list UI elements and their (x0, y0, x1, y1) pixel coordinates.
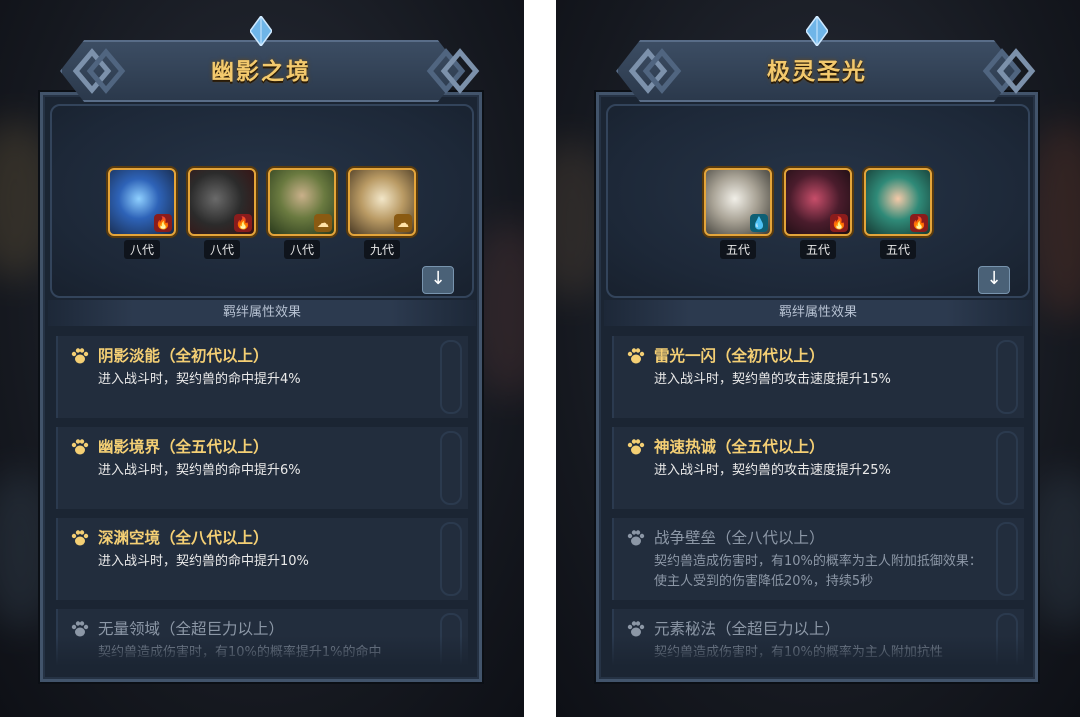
fire-element-icon: 🔥 (154, 214, 172, 232)
member-row: 💧 五代 🔥 五代 🔥 五代 (608, 168, 1028, 259)
side-ornament (996, 522, 1018, 596)
member-portrait-area: 🔥 八代 🔥 八代 ☁ 八代 ☁ 九代 ↓ (50, 104, 474, 298)
generation-label: 八代 (283, 240, 320, 259)
effect-name: 深渊空境（全八代以上） (98, 529, 269, 547)
paw-icon (71, 621, 89, 637)
bond-effect-item: 阴影淡能（全初代以上） 进入战斗时，契约兽的命中提升4% (56, 336, 468, 418)
expand-down-button[interactable]: ↓ (978, 266, 1010, 294)
effect-name: 幽影境界（全五代以上） (98, 438, 269, 456)
effect-description: 进入战斗时，契约兽的攻击速度提升25% (654, 463, 891, 478)
effect-description: 进入战斗时，契约兽的命中提升4% (98, 372, 301, 387)
side-ornament (996, 431, 1018, 505)
member-portrait-area: 💧 五代 🔥 五代 🔥 五代 ↓ (606, 104, 1030, 298)
fire-element-icon: 🔥 (234, 214, 252, 232)
member-card[interactable]: 🔥 八代 (108, 168, 176, 259)
member-card[interactable]: 🔥 五代 (784, 168, 852, 259)
member-card[interactable]: 🔥 八代 (188, 168, 256, 259)
white-dragon-avatar[interactable]: 💧 (704, 168, 772, 236)
bond-effect-item: 雷光一闪（全初代以上） 进入战斗时，契约兽的攻击速度提升15% (612, 336, 1024, 418)
paw-icon (71, 439, 89, 455)
blue-flame-skull-avatar[interactable]: 🔥 (108, 168, 176, 236)
generation-label: 五代 (879, 240, 916, 259)
bond-effect-item: 神速热诚（全五代以上） 进入战斗时，契约兽的攻击速度提升25% (612, 427, 1024, 509)
member-card[interactable]: 💧 五代 (704, 168, 772, 259)
member-card[interactable]: ☁ 九代 (348, 168, 416, 259)
expand-down-button[interactable]: ↓ (422, 266, 454, 294)
paw-icon (627, 348, 645, 364)
jade-girl-avatar[interactable]: 🔥 (864, 168, 932, 236)
effect-description: 契约兽造成伤害时，有10%的概率提升1%的命中 (98, 645, 382, 660)
arrow-down-icon: ↓ (986, 268, 1002, 289)
side-ornament (440, 340, 462, 414)
effect-description: 进入战斗时，契约兽的命中提升10% (98, 554, 309, 569)
bond-effect-item: 幽影境界（全五代以上） 进入战斗时，契约兽的命中提升6% (56, 427, 468, 509)
effect-name: 神速热诚（全五代以上） (654, 438, 825, 456)
side-ornament (440, 431, 462, 505)
effect-name: 元素秘法（全超巨力以上） (654, 620, 841, 638)
bond-panel-screen-left: 幽影之境 🔥 八代 🔥 八代 ☁ 八代 ☁ 九代 ↓ 羁绊属性效果 阴影淡能（全… (0, 0, 524, 717)
bond-effect-item: 深渊空境（全八代以上） 进入战斗时，契约兽的命中提升10% (56, 518, 468, 600)
bond-effect-item-locked: 元素秘法（全超巨力以上） 契约兽造成伤害时，有10%的概率为主人附加抗性 (612, 609, 1024, 666)
effect-name: 阴影淡能（全初代以上） (98, 347, 269, 365)
bond-effect-item-locked: 无量领域（全超巨力以上） 契约兽造成伤害时，有10%的概率提升1%的命中 (56, 609, 468, 666)
side-ornament (996, 340, 1018, 414)
crystal-gem-icon (250, 16, 272, 46)
effect-description: 契约兽造成伤害时，有10%的概率为主人附加抗性 (654, 645, 943, 660)
paw-icon (627, 530, 645, 546)
bond-effect-list[interactable]: 阴影淡能（全初代以上） 进入战斗时，契约兽的命中提升4% 幽影境界（全五代以上）… (56, 336, 468, 666)
side-ornament (440, 522, 462, 596)
fire-element-icon: 🔥 (910, 214, 928, 232)
effect-description: 进入战斗时，契约兽的命中提升6% (98, 463, 301, 478)
bond-effect-list[interactable]: 雷光一闪（全初代以上） 进入战斗时，契约兽的攻击速度提升15% 神速热诚（全五代… (612, 336, 1024, 666)
generation-label: 五代 (799, 240, 836, 259)
effect-name: 雷光一闪（全初代以上） (654, 347, 825, 365)
panel-title: 极灵圣光 (767, 59, 867, 85)
panel-title: 幽影之境 (211, 59, 311, 85)
tree-elder-avatar[interactable]: ☁ (268, 168, 336, 236)
crimson-dragon-avatar[interactable]: 🔥 (784, 168, 852, 236)
generation-label: 五代 (719, 240, 756, 259)
bond-panel-screen-right: 极灵圣光 💧 五代 🔥 五代 🔥 五代 ↓ 羁绊属性效果 雷光一闪（全初代以上）… (556, 0, 1080, 717)
effect-description: 契约兽造成伤害时，有10%的概率为主人附加抵御效果：使主人受到的伤害降低20%，… (654, 554, 982, 589)
fire-element-icon: 🔥 (830, 214, 848, 232)
paw-icon (627, 439, 645, 455)
water-element-icon: 💧 (750, 214, 768, 232)
member-row: 🔥 八代 🔥 八代 ☁ 八代 ☁ 九代 (52, 168, 472, 259)
bond-effects-header: 羁绊属性效果 (48, 300, 476, 326)
crystal-gem-icon (806, 16, 828, 46)
generation-label: 八代 (203, 240, 240, 259)
member-card[interactable]: ☁ 八代 (268, 168, 336, 259)
dark-dragon-avatar[interactable]: 🔥 (188, 168, 256, 236)
earth-element-icon: ☁ (314, 214, 332, 232)
masked-spirit-avatar[interactable]: ☁ (348, 168, 416, 236)
paw-icon (627, 621, 645, 637)
side-ornament (440, 613, 462, 666)
effect-name: 无量领域（全超巨力以上） (98, 620, 285, 638)
bond-effects-header: 羁绊属性效果 (604, 300, 1032, 326)
side-ornament (996, 613, 1018, 666)
member-card[interactable]: 🔥 五代 (864, 168, 932, 259)
arrow-down-icon: ↓ (430, 268, 446, 289)
paw-icon (71, 530, 89, 546)
paw-icon (71, 348, 89, 364)
generation-label: 九代 (363, 240, 400, 259)
effect-description: 进入战斗时，契约兽的攻击速度提升15% (654, 372, 891, 387)
effect-name: 战争壁垒（全八代以上） (654, 529, 825, 547)
generation-label: 八代 (123, 240, 160, 259)
earth-element-icon: ☁ (394, 214, 412, 232)
bond-effect-item-locked: 战争壁垒（全八代以上） 契约兽造成伤害时，有10%的概率为主人附加抵御效果：使主… (612, 518, 1024, 600)
